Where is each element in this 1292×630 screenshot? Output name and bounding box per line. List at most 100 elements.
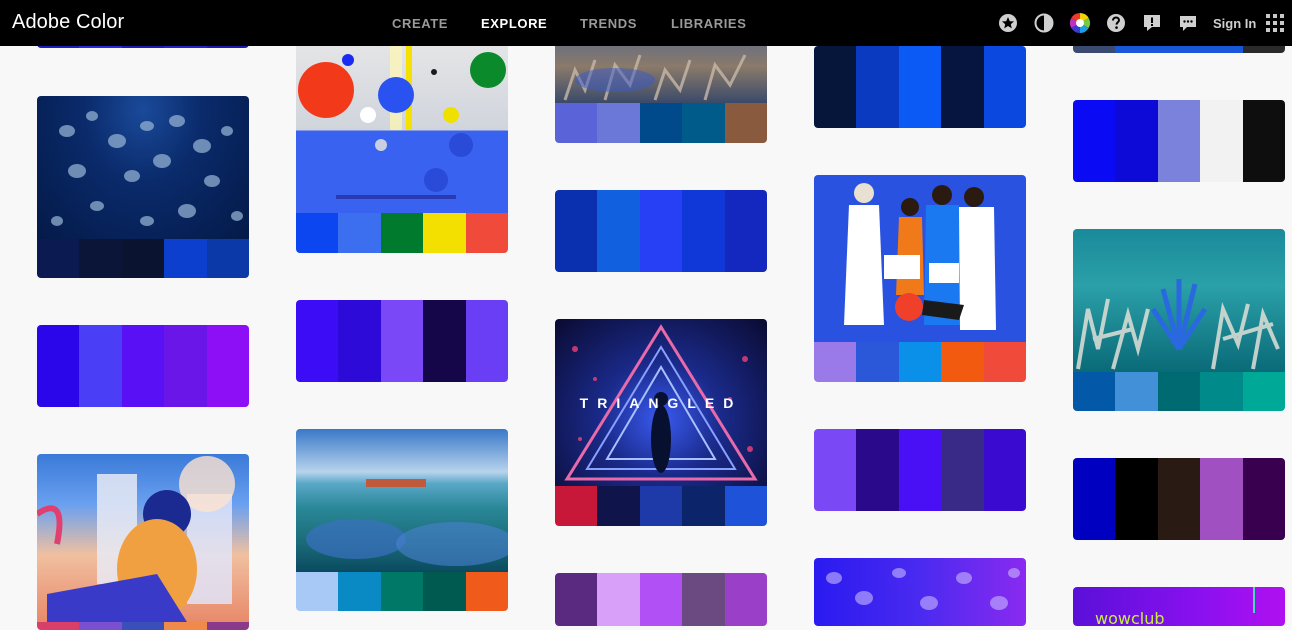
help-icon[interactable]: [1105, 12, 1127, 34]
chat-icon[interactable]: [1177, 12, 1199, 34]
color-swatch[interactable]: [1242, 458, 1285, 540]
theme-card[interactable]: TRIANGLED: [555, 319, 767, 526]
color-swatch[interactable]: [380, 213, 424, 253]
color-swatch[interactable]: [555, 190, 598, 272]
color-swatch[interactable]: [465, 572, 508, 611]
theme-card[interactable]: [814, 429, 1026, 511]
color-swatch[interactable]: [555, 573, 598, 626]
color-swatch[interactable]: [814, 342, 857, 382]
color-swatch[interactable]: [941, 46, 984, 128]
color-swatch[interactable]: [121, 622, 165, 630]
color-swatch[interactable]: [380, 572, 424, 611]
color-swatch[interactable]: [814, 46, 857, 128]
color-swatch[interactable]: [1115, 100, 1158, 182]
color-swatch[interactable]: [79, 622, 122, 630]
color-swatch[interactable]: [597, 190, 640, 272]
color-swatch[interactable]: [724, 190, 767, 272]
theme-card[interactable]: [814, 46, 1026, 128]
color-swatch[interactable]: [37, 239, 80, 278]
color-swatch[interactable]: [37, 622, 80, 630]
color-swatch[interactable]: [121, 325, 165, 407]
color-swatch[interactable]: [856, 429, 899, 511]
color-swatch[interactable]: [597, 103, 640, 143]
theme-card[interactable]: [1073, 458, 1285, 540]
color-swatch[interactable]: [423, 300, 466, 382]
color-swatch[interactable]: [164, 622, 207, 630]
color-swatch[interactable]: [898, 46, 942, 128]
color-swatch[interactable]: [423, 572, 466, 611]
color-swatch[interactable]: [941, 429, 984, 511]
color-swatch[interactable]: [121, 239, 165, 278]
nav-trends[interactable]: TRENDS: [580, 16, 637, 31]
color-swatch[interactable]: [724, 103, 767, 143]
color-swatch[interactable]: [1242, 372, 1285, 411]
color-swatch[interactable]: [856, 342, 899, 382]
color-swatch[interactable]: [465, 213, 508, 253]
color-swatch[interactable]: [983, 429, 1026, 511]
color-swatch[interactable]: [423, 213, 466, 253]
theme-card[interactable]: [555, 30, 767, 143]
color-swatch[interactable]: [465, 300, 508, 382]
color-swatch[interactable]: [380, 300, 424, 382]
color-swatch[interactable]: [983, 342, 1026, 382]
color-swatch[interactable]: [296, 572, 339, 611]
theme-card[interactable]: [555, 190, 767, 272]
color-swatch[interactable]: [1242, 100, 1285, 182]
color-swatch[interactable]: [898, 342, 942, 382]
color-swatch[interactable]: [296, 300, 339, 382]
apps-grid-icon[interactable]: [1266, 14, 1284, 32]
theme-card[interactable]: [296, 30, 508, 253]
color-swatch[interactable]: [639, 486, 683, 526]
color-swatch[interactable]: [682, 190, 725, 272]
color-swatch[interactable]: [206, 622, 249, 630]
theme-card[interactable]: [296, 300, 508, 382]
color-swatch[interactable]: [1073, 372, 1116, 411]
color-swatch[interactable]: [1200, 372, 1243, 411]
color-swatch[interactable]: [639, 573, 683, 626]
color-swatch[interactable]: [1200, 458, 1243, 540]
color-swatch[interactable]: [338, 572, 381, 611]
color-swatch[interactable]: [682, 486, 725, 526]
color-swatch[interactable]: [983, 46, 1026, 128]
color-swatch[interactable]: [597, 573, 640, 626]
color-swatch[interactable]: [1073, 458, 1116, 540]
nav-create[interactable]: CREATE: [392, 16, 448, 31]
theme-card[interactable]: [296, 429, 508, 611]
color-swatch[interactable]: [1200, 100, 1243, 182]
sign-in-link[interactable]: Sign In: [1213, 16, 1256, 31]
color-swatch[interactable]: [856, 46, 899, 128]
theme-card[interactable]: [1073, 100, 1285, 182]
color-swatch[interactable]: [724, 573, 767, 626]
nav-explore[interactable]: EXPLORE: [481, 16, 547, 31]
theme-card[interactable]: [37, 454, 249, 630]
theme-card[interactable]: [814, 558, 1026, 626]
color-swatch[interactable]: [682, 103, 725, 143]
color-swatch[interactable]: [164, 325, 207, 407]
color-swatch[interactable]: [79, 239, 122, 278]
color-swatch[interactable]: [682, 573, 725, 626]
color-swatch[interactable]: [164, 239, 207, 278]
color-swatch[interactable]: [1073, 100, 1116, 182]
color-swatch[interactable]: [898, 429, 942, 511]
color-swatch[interactable]: [1157, 372, 1201, 411]
color-swatch[interactable]: [555, 486, 598, 526]
color-swatch[interactable]: [941, 342, 984, 382]
color-wheel-icon[interactable]: [1069, 12, 1091, 34]
contrast-icon[interactable]: [1033, 12, 1055, 34]
theme-card[interactable]: [37, 96, 249, 278]
color-swatch[interactable]: [206, 239, 249, 278]
nav-libraries[interactable]: LIBRARIES: [671, 16, 746, 31]
theme-card[interactable]: [814, 175, 1026, 382]
color-swatch[interactable]: [1115, 372, 1158, 411]
color-swatch[interactable]: [206, 325, 249, 407]
theme-card[interactable]: [1073, 229, 1285, 411]
color-swatch[interactable]: [639, 103, 683, 143]
theme-card[interactable]: wowclub: [1073, 587, 1285, 626]
color-swatch[interactable]: [814, 429, 857, 511]
color-swatch[interactable]: [296, 213, 339, 253]
color-swatch[interactable]: [338, 213, 381, 253]
theme-card[interactable]: [555, 573, 767, 626]
theme-card[interactable]: [37, 325, 249, 407]
color-swatch[interactable]: [555, 103, 598, 143]
star-icon[interactable]: [997, 12, 1019, 34]
